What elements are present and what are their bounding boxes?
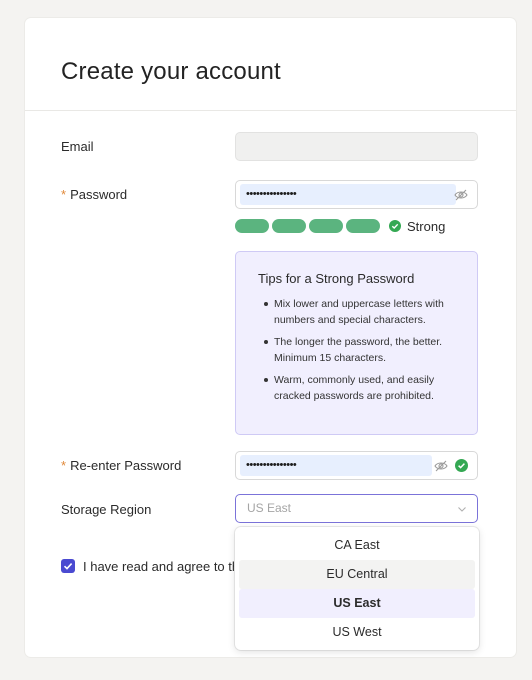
check-circle-icon <box>455 459 468 472</box>
reenter-password-label: * Re-enter Password <box>61 458 181 473</box>
tip-item: Warm, commonly used, and easily cracked … <box>264 372 463 404</box>
check-circle-icon <box>389 220 401 232</box>
strength-segment <box>309 219 343 233</box>
terms-label: I have read and agree to th <box>83 559 240 574</box>
password-label-text: Password <box>70 187 128 202</box>
dropdown-option-eu-central[interactable]: EU Central <box>239 560 475 589</box>
storage-region-label: Storage Region <box>61 502 151 517</box>
required-mark: * <box>61 458 67 473</box>
page-title: Create your account <box>61 58 281 85</box>
dropdown-option-ca-east[interactable]: CA East <box>239 531 475 560</box>
tips-list: Mix lower and uppercase letters with num… <box>258 296 463 404</box>
email-field[interactable] <box>235 132 478 161</box>
password-label: * Password <box>61 187 127 202</box>
dropdown-option-us-west[interactable]: US West <box>239 618 475 647</box>
tips-title: Tips for a Strong Password <box>258 271 415 286</box>
chevron-down-icon <box>458 507 466 512</box>
strength-segment <box>346 219 380 233</box>
required-mark: * <box>61 187 67 202</box>
terms-checkbox[interactable] <box>61 559 75 573</box>
password-value: ••••••••••••••• <box>240 184 456 205</box>
storage-region-value: US East <box>247 501 292 515</box>
dropdown-option-us-east[interactable]: US East <box>239 589 475 618</box>
reenter-password-label-text: Re-enter Password <box>70 458 182 473</box>
eye-off-icon[interactable] <box>434 459 448 473</box>
password-tips-box: Tips for a Strong Password Mix lower and… <box>235 251 478 435</box>
storage-region-label-text: Storage Region <box>61 502 152 517</box>
storage-region-select[interactable]: US East <box>235 494 478 523</box>
checkmark-icon <box>63 563 73 570</box>
password-field[interactable]: ••••••••••••••• <box>235 180 478 209</box>
email-label: Email <box>61 139 94 154</box>
card-header: Create your account <box>25 18 516 111</box>
reenter-password-value: ••••••••••••••• <box>240 455 432 476</box>
email-label-text: Email <box>61 139 94 154</box>
reenter-password-field[interactable]: ••••••••••••••• <box>235 451 478 480</box>
tip-item: The longer the password, the better. Min… <box>264 334 463 366</box>
strength-label: Strong <box>407 219 446 234</box>
storage-region-dropdown: CA East EU Central US East US West <box>235 527 479 650</box>
strength-segment <box>272 219 306 233</box>
tip-item: Mix lower and uppercase letters with num… <box>264 296 463 328</box>
eye-off-icon[interactable] <box>454 188 468 202</box>
strength-segment <box>235 219 269 233</box>
